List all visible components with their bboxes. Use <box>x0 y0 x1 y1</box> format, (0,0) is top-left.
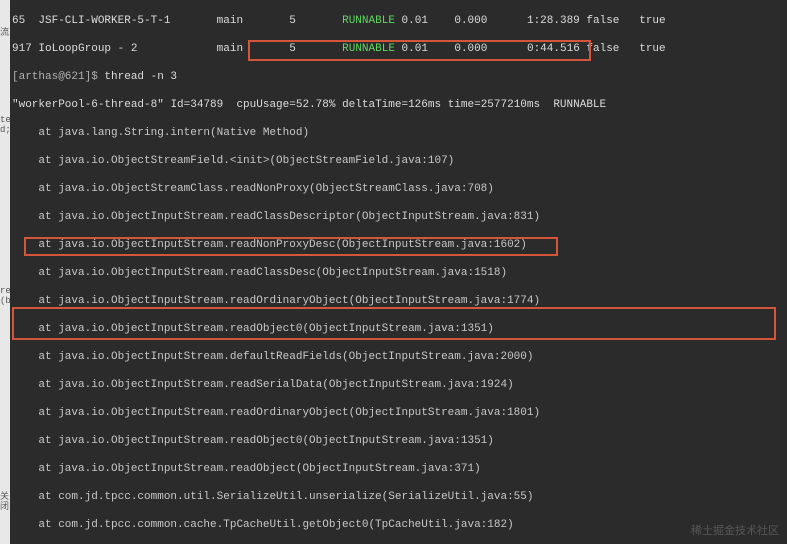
thread-table-row: 65 JSF-CLI-WORKER-5-T-1 main 5 RUNNABLE … <box>12 14 785 28</box>
stack-frame: at java.io.ObjectInputStream.readOrdinar… <box>12 294 785 308</box>
terminal-output[interactable]: 65 JSF-CLI-WORKER-5-T-1 main 5 RUNNABLE … <box>10 0 787 544</box>
gutter-fragment: te[] d; <box>0 115 10 135</box>
thread-header: "workerPool-6-thread-8" Id=34789 cpuUsag… <box>12 98 785 112</box>
gutter-fragment: ream (bai <box>0 286 10 306</box>
thread-table-row: 917 IoLoopGroup - 2 main 5 RUNNABLE 0.01… <box>12 42 785 56</box>
watermark-text: 稀土掘金技术社区 <box>691 522 779 538</box>
stack-frame: at java.io.ObjectInputStream.readObject(… <box>12 462 785 476</box>
stack-frame: at java.io.ObjectStreamClass.readNonProx… <box>12 182 785 196</box>
prompt-line[interactable]: [arthas@621]$ thread -n 3 <box>12 70 785 84</box>
stack-frame: at java.io.ObjectInputStream.defaultRead… <box>12 350 785 364</box>
stack-frame: at java.io.ObjectInputStream.readObject0… <box>12 434 785 448</box>
stack-frame: at com.jd.tpcc.common.cache.TpCacheUtil.… <box>12 518 785 532</box>
stack-frame: at java.io.ObjectInputStream.readSerialD… <box>12 378 785 392</box>
stack-frame: at java.io.ObjectInputStream.readObject0… <box>12 322 785 336</box>
stack-frame: at java.lang.String.intern(Native Method… <box>12 126 785 140</box>
stack-frame: at java.io.ObjectInputStream.readClassDe… <box>12 266 785 280</box>
stack-frame-serialize: at com.jd.tpcc.common.util.SerializeUtil… <box>12 490 785 504</box>
stack-frame: at java.io.ObjectInputStream.readClassDe… <box>12 210 785 224</box>
gutter-fragment: 流 <box>0 28 10 38</box>
stack-frame: at java.io.ObjectInputStream.readNonProx… <box>12 238 785 252</box>
stack-frame: at java.io.ObjectStreamField.<init>(Obje… <box>12 154 785 168</box>
stack-frame: at java.io.ObjectInputStream.readOrdinar… <box>12 406 785 420</box>
gutter-fragment: 关闭 <box>0 492 10 512</box>
thread-stats: cpuUsage=52.78% deltaTime=126ms time=257… <box>236 99 540 111</box>
